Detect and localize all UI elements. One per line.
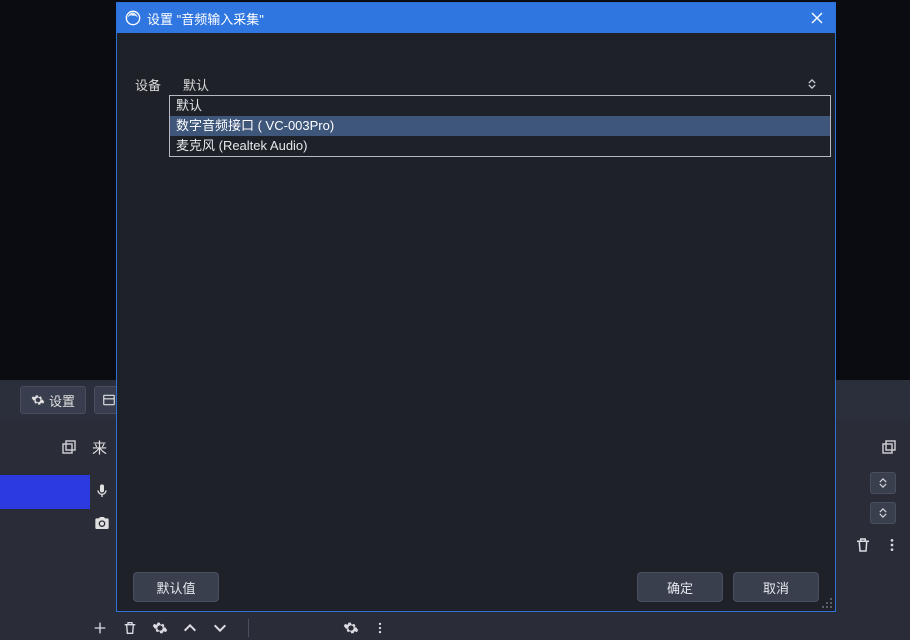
close-button[interactable] bbox=[803, 6, 831, 30]
close-icon bbox=[811, 12, 823, 24]
gear-icon[interactable] bbox=[343, 620, 359, 636]
chevron-up-icon[interactable] bbox=[182, 624, 198, 632]
plus-icon[interactable] bbox=[92, 620, 108, 636]
numeric-stepper-2[interactable] bbox=[870, 502, 896, 524]
obs-icon bbox=[125, 10, 141, 26]
gear-icon[interactable] bbox=[152, 620, 168, 636]
detach-panel-icon[interactable] bbox=[880, 438, 898, 456]
defaults-button[interactable]: 默认值 bbox=[133, 572, 219, 602]
microphone-icon bbox=[94, 483, 110, 499]
dialog-footer: 默认值 确定 取消 bbox=[117, 563, 835, 611]
chevron-down-icon bbox=[879, 483, 887, 488]
more-vertical-icon[interactable] bbox=[373, 619, 387, 637]
settings-button[interactable]: 设置 bbox=[20, 386, 86, 414]
device-option-default[interactable]: 默认 bbox=[170, 96, 830, 116]
device-combobox[interactable]: 默认 bbox=[175, 73, 823, 95]
trash-icon[interactable] bbox=[854, 536, 872, 554]
scenes-panel bbox=[0, 420, 90, 616]
resize-grip-icon[interactable] bbox=[821, 597, 833, 609]
device-label: 设备 bbox=[135, 75, 175, 94]
ok-button-label: 确定 bbox=[667, 578, 693, 597]
combobox-spinner-icon bbox=[807, 79, 817, 89]
device-option-vc003pro[interactable]: 数字音频接口 ( VC-003Pro) bbox=[170, 116, 830, 136]
cancel-button-label: 取消 bbox=[763, 578, 789, 597]
dock-panel-icon bbox=[102, 393, 116, 407]
bottom-toolbar bbox=[0, 616, 910, 640]
right-controls-strip bbox=[840, 420, 910, 616]
cancel-button[interactable]: 取消 bbox=[733, 572, 819, 602]
dialog-title: 设置 "音频输入采集" bbox=[147, 9, 264, 28]
defaults-button-label: 默认值 bbox=[156, 578, 195, 597]
gear-icon bbox=[31, 393, 45, 407]
trash-icon[interactable] bbox=[122, 620, 138, 636]
separator bbox=[248, 619, 249, 637]
more-vertical-icon[interactable] bbox=[884, 536, 900, 554]
device-option-realtek[interactable]: 麦克风 (Realtek Audio) bbox=[170, 136, 830, 156]
properties-dialog: 设置 "音频输入采集" 设备 默认 默认 数字音频接口 ( VC-003Pro)… bbox=[116, 2, 836, 612]
scene-row-selected[interactable] bbox=[0, 475, 90, 509]
dialog-body: 设备 默认 默认 数字音频接口 ( VC-003Pro) 麦克风 (Realte… bbox=[117, 33, 835, 563]
device-selected-value: 默认 bbox=[183, 75, 209, 94]
ok-button[interactable]: 确定 bbox=[637, 572, 723, 602]
settings-button-label: 设置 bbox=[49, 391, 75, 410]
device-dropdown-list: 默认 数字音频接口 ( VC-003Pro) 麦克风 (Realtek Audi… bbox=[169, 95, 831, 157]
camera-icon bbox=[94, 515, 110, 531]
chevron-down-icon bbox=[879, 513, 887, 518]
numeric-stepper-1[interactable] bbox=[870, 472, 896, 494]
chevron-down-icon[interactable] bbox=[212, 624, 228, 632]
detach-panel-icon[interactable] bbox=[60, 438, 78, 456]
dialog-titlebar[interactable]: 设置 "音频输入采集" bbox=[117, 3, 835, 33]
